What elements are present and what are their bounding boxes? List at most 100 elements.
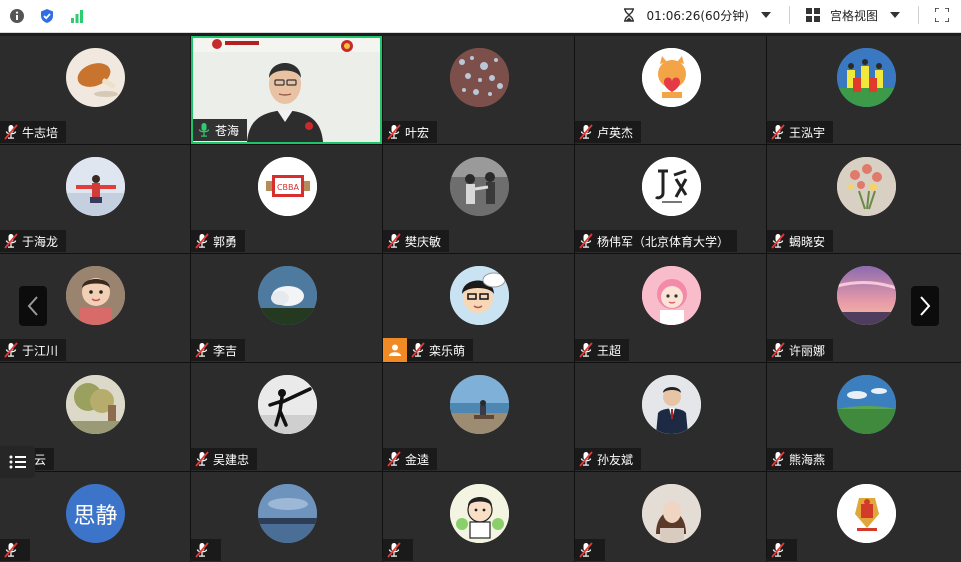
mic-muted-icon	[579, 124, 593, 140]
participant-name: 李吉	[213, 343, 238, 358]
avatar	[66, 375, 125, 434]
participant-name: 叶宏	[405, 125, 430, 140]
participant-nameplate: 卢英杰	[575, 121, 642, 143]
avatar	[66, 266, 125, 325]
avatar	[837, 375, 896, 434]
participant-name: 熊海燕	[789, 452, 826, 467]
avatar: 思静	[66, 484, 125, 543]
grid-view-icon[interactable]	[804, 6, 822, 24]
participant-tile[interactable]	[191, 472, 382, 562]
participant-nameplate: 于海龙	[0, 230, 67, 252]
participant-tile[interactable]	[767, 472, 961, 562]
avatar	[66, 48, 125, 107]
participant-name: 于海龙	[22, 234, 59, 249]
participant-tile[interactable]: 苍海	[191, 36, 382, 144]
avatar	[449, 375, 509, 434]
participant-nameplate: 吴建忠	[191, 448, 258, 470]
mic-muted-icon	[4, 124, 18, 140]
participant-tile[interactable]: 蝎晓安	[767, 145, 961, 253]
mic-muted-icon	[195, 233, 209, 249]
participant-tile[interactable]: 樊庆敏	[383, 145, 574, 253]
avatar	[641, 48, 701, 107]
participant-list-button[interactable]	[0, 446, 35, 478]
participant-nameplate: 郭勇	[191, 230, 246, 252]
participant-tile[interactable]: CBBA 郭勇	[191, 145, 382, 253]
participant-nameplate: 栾乐萌	[383, 338, 474, 362]
mic-muted-icon	[579, 451, 593, 467]
participant-nameplate: 熊海燕	[767, 448, 834, 470]
participant-name: 杨伟军（北京体育大学）	[597, 234, 730, 249]
participant-tile[interactable]: 金逵	[383, 363, 574, 471]
chevron-left-icon	[27, 296, 38, 316]
info-icon[interactable]	[8, 7, 26, 25]
fullscreen-icon[interactable]	[933, 6, 951, 24]
previous-page-button[interactable]	[19, 286, 47, 326]
mic-muted-icon	[579, 233, 593, 249]
avatar	[837, 48, 896, 107]
host-icon	[383, 338, 407, 362]
mic-muted-icon	[4, 233, 18, 249]
divider	[918, 6, 919, 24]
next-page-button[interactable]	[911, 286, 939, 326]
participant-name: 于江川	[22, 343, 59, 358]
avatar	[837, 266, 896, 325]
mic-muted-icon	[387, 233, 401, 249]
hourglass-icon	[620, 6, 638, 24]
mic-muted-icon	[195, 451, 209, 467]
participant-tile[interactable]: 思静	[0, 472, 190, 562]
participant-tile[interactable]	[383, 472, 574, 562]
participant-tile[interactable]: 栾乐萌	[383, 254, 574, 362]
chevron-down-icon[interactable]	[886, 6, 904, 24]
participant-tile[interactable]: 叶宏	[383, 36, 574, 144]
participant-name: 卢英杰	[597, 125, 634, 140]
participant-name: 孙友斌	[597, 452, 634, 467]
avatar	[641, 375, 701, 434]
list-icon	[9, 455, 26, 469]
participant-tile[interactable]: 杨伟军（北京体育大学）	[575, 145, 766, 253]
mic-muted-icon	[4, 542, 18, 558]
participant-name: 王泓宇	[789, 125, 826, 140]
avatar	[257, 484, 317, 543]
mic-muted-icon	[387, 124, 401, 140]
participant-tile[interactable]: 牛志培	[0, 36, 190, 144]
mic-muted-icon	[771, 124, 785, 140]
participant-tile[interactable]	[575, 472, 766, 562]
participant-tile[interactable]: 王泓宇	[767, 36, 961, 144]
participant-nameplate: 李吉	[191, 339, 246, 361]
participant-nameplate: 蝎晓安	[767, 230, 834, 252]
participant-nameplate: 孙友斌	[575, 448, 642, 470]
chevron-down-icon[interactable]	[757, 6, 775, 24]
participant-tile[interactable]: 王超	[575, 254, 766, 362]
participant-tile[interactable]: 熊海燕	[767, 363, 961, 471]
avatar	[66, 157, 125, 216]
participant-nameplate: 杨伟军（北京体育大学）	[575, 230, 738, 252]
view-mode-label[interactable]: 宫格视图	[830, 7, 878, 24]
shield-icon[interactable]	[38, 7, 56, 25]
mic-on-icon	[198, 123, 210, 137]
signal-icon[interactable]	[68, 7, 86, 25]
avatar	[837, 484, 896, 543]
participant-tile[interactable]: 吴建忠	[191, 363, 382, 471]
participant-nameplate: 牛志培	[0, 121, 67, 143]
participant-tile[interactable]: 卢英杰	[575, 36, 766, 144]
participant-name: 蝎晓安	[789, 234, 826, 249]
mic-muted-icon	[195, 542, 209, 558]
participant-tile[interactable]: 孙友斌	[575, 363, 766, 471]
participant-nameplate: 许丽娜	[767, 339, 834, 361]
mic-muted-icon	[411, 342, 425, 358]
participant-tile[interactable]: 李吉	[191, 254, 382, 362]
meeting-toolbar: 01:06:26(60分钟) 宫格视图	[0, 0, 961, 33]
avatar	[257, 375, 317, 434]
avatar	[641, 157, 701, 216]
mic-muted-icon	[195, 342, 209, 358]
divider	[788, 6, 790, 24]
participant-nameplate: 王泓宇	[767, 121, 834, 143]
mic-muted-icon	[771, 542, 785, 558]
participant-tile[interactable]: 于海龙	[0, 145, 190, 253]
mic-muted-icon	[579, 542, 593, 558]
participant-name: 吴建忠	[213, 452, 250, 467]
avatar	[449, 157, 509, 216]
avatar	[449, 48, 509, 107]
avatar	[449, 484, 509, 543]
participant-name: 牛志培	[22, 125, 59, 140]
